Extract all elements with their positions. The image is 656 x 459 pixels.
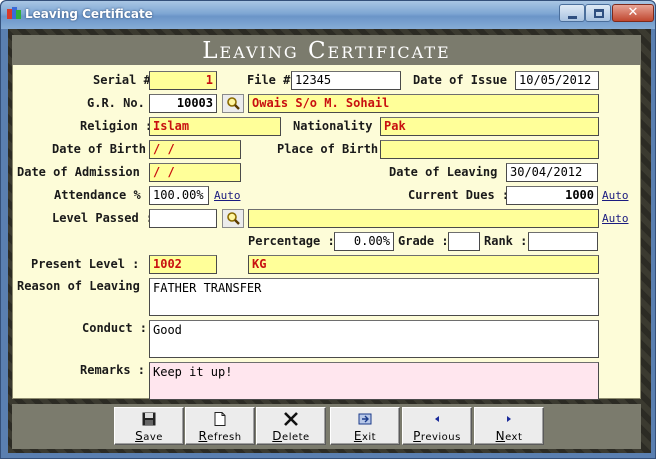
minimize-button[interactable] (559, 4, 585, 22)
window-title: Leaving Certificate (25, 7, 153, 21)
x-cross-icon (284, 412, 298, 426)
nationality-field[interactable]: Pak (380, 117, 599, 136)
dob-field[interactable]: / / (149, 140, 241, 159)
reason-field[interactable]: FATHER TRANSFER (149, 278, 599, 316)
page-title: Leaving Certificate (202, 38, 451, 64)
dol-label: Date of Leaving : (389, 165, 512, 179)
button-bar (12, 404, 641, 449)
rank-label: Rank : (484, 234, 528, 248)
triangle-right-icon (507, 416, 511, 422)
dues-auto-link[interactable]: Auto (602, 189, 629, 202)
issue-date-label: Date of Issue : (413, 73, 522, 87)
close-icon: ✕ (627, 5, 639, 20)
app-icon (7, 7, 21, 21)
exit-door-icon (358, 413, 372, 425)
remarks-label: Remarks : (80, 363, 146, 377)
floppy-disk-icon (142, 412, 156, 426)
serial-field[interactable]: 1 (149, 71, 217, 90)
percentage-label: Percentage : (248, 234, 335, 248)
attendance-auto-link[interactable]: Auto (214, 189, 241, 202)
present-level-label: Present Level : (31, 257, 140, 271)
attendance-field[interactable]: 100.00% (149, 186, 209, 205)
level-auto-link[interactable]: Auto (602, 212, 629, 225)
magnifier-icon (227, 97, 240, 110)
app-window: Leaving Certificate ✕ Leaving Certificat… (0, 0, 656, 459)
title-bar[interactable]: Leaving Certificate ✕ (1, 1, 655, 29)
level-passed-name-field[interactable] (248, 209, 599, 228)
level-passed-code-field[interactable] (149, 209, 217, 228)
blank-page-icon (214, 412, 226, 426)
dob-label: Date of Birth : (52, 142, 161, 156)
percentage-field[interactable]: 0.00% (334, 232, 394, 251)
next-label: Next (495, 429, 523, 443)
dol-field[interactable]: 30/04/2012 (506, 163, 598, 182)
maximize-icon (594, 9, 604, 18)
remarks-field[interactable]: Keep it up! (149, 362, 599, 400)
religion-field[interactable]: Islam (149, 117, 281, 136)
close-button[interactable]: ✕ (612, 4, 654, 22)
gr-search-button[interactable] (222, 94, 244, 113)
issue-date-field[interactable]: 10/05/2012 (515, 71, 599, 90)
conduct-field[interactable]: Good (149, 320, 599, 358)
attendance-label: Attendance % (54, 188, 141, 202)
doa-field[interactable]: / / (149, 163, 241, 182)
maximize-button[interactable] (585, 4, 611, 22)
delete-button[interactable]: Delete (256, 407, 326, 445)
exit-label: Exit (353, 429, 377, 443)
refresh-label: Refresh (198, 429, 242, 443)
refresh-button[interactable]: Refresh (185, 407, 255, 445)
doa-label: Date of Admission : (17, 165, 155, 179)
student-name-field[interactable]: Owais S/o M. Sohail (248, 94, 599, 113)
gr-no-field[interactable]: 10003 (149, 94, 217, 113)
file-label: File # (247, 73, 291, 87)
previous-label: Previous (413, 429, 461, 443)
reason-label: Reason of Leaving : (17, 279, 155, 293)
rank-field[interactable] (528, 232, 598, 251)
present-level-name-field[interactable]: KG (248, 255, 599, 274)
grade-label: Grade : (398, 234, 449, 248)
religion-label: Religion : (80, 119, 153, 133)
dues-label: Current Dues : (408, 188, 510, 202)
file-field[interactable]: 12345 (291, 71, 401, 90)
pob-label: Place of Birth : (277, 142, 393, 156)
form-header: Leaving Certificate (12, 35, 641, 65)
present-level-code-field[interactable]: 1002 (149, 255, 217, 274)
next-button[interactable]: Next (474, 407, 544, 445)
pob-field[interactable] (380, 140, 599, 159)
conduct-label: Conduct : (82, 321, 148, 335)
level-search-button[interactable] (222, 209, 244, 228)
minimize-icon (568, 16, 577, 19)
level-passed-label: Level Passed : (52, 211, 154, 225)
save-button[interactable]: Save (114, 407, 184, 445)
grade-field[interactable] (448, 232, 480, 251)
serial-label: Serial # (93, 73, 151, 87)
triangle-left-icon (435, 416, 439, 422)
dues-field[interactable]: 1000 (506, 186, 598, 205)
magnifier-icon (227, 212, 240, 225)
previous-button[interactable]: Previous (402, 407, 472, 445)
nationality-label: Nationality : (293, 119, 387, 133)
exit-button[interactable]: Exit (330, 407, 400, 445)
delete-label: Delete (272, 429, 310, 443)
save-label: Save (135, 429, 163, 443)
